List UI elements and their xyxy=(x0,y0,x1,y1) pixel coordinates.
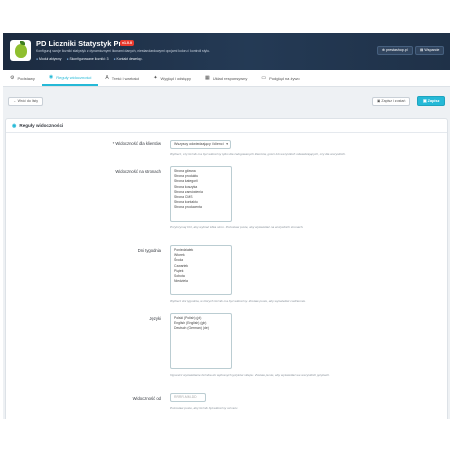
languages-label: Języki xyxy=(149,316,161,321)
panel-title: Reguły widoczności xyxy=(19,123,64,128)
panel-header: ◉ Reguły widoczności xyxy=(6,119,447,133)
floppy-icon: ▣ xyxy=(377,99,381,103)
prestashop-link-button[interactable]: ⊕ prestashop.pl xyxy=(377,46,413,55)
tab-live-preview[interactable]: ▭ Podgląd na żywo xyxy=(254,70,306,86)
visible-from-label: Widoczność od xyxy=(132,396,161,401)
tab-content-values[interactable]: A Treść i wartości xyxy=(98,70,146,86)
save-button[interactable]: ▣ Zapisz xyxy=(417,96,446,106)
client-visibility-select[interactable]: Wszyscy odwiedzający i klienci ▾ xyxy=(170,140,231,149)
weekdays-multiselect[interactable]: Poniedziałek Wtorek Środa Czwartek Piąte… xyxy=(170,245,232,295)
module-title: PD Liczniki Statystyk Pro xyxy=(36,39,127,48)
ticket-icon: ▤ xyxy=(420,48,424,52)
pages-help: Przytrzymaj Ctrl, aby wybrać kilka stron… xyxy=(170,225,304,229)
arrow-left-icon: ← xyxy=(13,99,17,103)
pages-label: Widoczność na stronach xyxy=(115,169,161,174)
language-option[interactable]: Deutsch (German) (de) xyxy=(174,326,228,331)
version-badge: v1.0.0 xyxy=(120,40,134,46)
status-link-active[interactable]: ● Moduł aktywny xyxy=(36,57,61,61)
pages-multiselect[interactable]: Strona główna Strona produktu Strona kat… xyxy=(170,166,232,222)
support-button[interactable]: ▤ Wsparcie xyxy=(415,46,445,55)
languages-multiselect[interactable]: Polski (Polish) (pl) English (English) (… xyxy=(170,313,232,369)
module-logo-icon xyxy=(10,40,31,61)
status-link-contact[interactable]: ● Kontakt dewelop. xyxy=(113,57,142,61)
back-to-list-button[interactable]: ← Wróć do listy xyxy=(8,97,44,106)
save-and-stay-button[interactable]: ▣ Zapisz i zostań xyxy=(372,97,411,106)
client-visibility-help: Wybierz, czy licznik ma być widoczny tyl… xyxy=(170,152,346,156)
visible-from-help: Pozostaw puste, aby licznik był widoczny… xyxy=(170,406,239,410)
visibility-rules-panel: ◉ Reguły widoczności * Widoczność dla kl… xyxy=(5,118,448,419)
client-visibility-label: * Widoczność dla klientów xyxy=(112,141,161,146)
action-toolbar: ← Wróć do listy ▣ Zapisz i zostań ▣ Zapi… xyxy=(3,87,450,113)
weekdays-label: Dni tygodnia xyxy=(137,248,161,253)
font-icon: A xyxy=(105,75,109,81)
config-tabs: ⚙ Podstawy ◉ Reguły widoczności A Treść i w… xyxy=(3,70,450,87)
grid-icon: ▦ xyxy=(204,75,210,81)
eye-icon: ◉ xyxy=(48,74,54,80)
weekdays-help: Wybierz dni tygodnia, w których licznik … xyxy=(170,299,306,303)
globe-icon: ⊕ xyxy=(382,48,386,52)
gear-icon: ⚙ xyxy=(10,75,15,81)
weekday-option[interactable]: Niedziela xyxy=(174,279,228,284)
chevron-down-icon: ▾ xyxy=(226,142,228,146)
tab-responsive-layout[interactable]: ▦ Układ responsywny xyxy=(198,70,254,86)
eye-icon: ◉ xyxy=(12,122,17,129)
header-status-links: ● Moduł aktywny ● Skonfigurowane licznik… xyxy=(36,57,143,61)
save-icon: ▣ xyxy=(423,99,427,103)
visible-from-date-input[interactable]: RRRR-MM-DD xyxy=(170,393,206,402)
tab-visibility-rules[interactable]: ◉ Reguły widoczności xyxy=(41,70,99,86)
header-banner: PD Liczniki Statystyk Pro v1.0.0 Konfigu… xyxy=(3,33,450,70)
tab-appearance[interactable]: ✦ Wygląd i odstępy xyxy=(146,70,198,86)
languages-help: Ogranicz wyświetlanie licznika do wybran… xyxy=(170,373,330,377)
tab-basics[interactable]: ⚙ Podstawy xyxy=(3,70,42,86)
module-subtitle: Konfiguruj swoje liczniki statystyk z dy… xyxy=(36,49,210,53)
brush-icon: ✦ xyxy=(153,75,158,81)
module-config-window: PD Liczniki Statystyk Pro v1.0.0 Konfigu… xyxy=(3,33,450,419)
monitor-icon: ▭ xyxy=(261,75,267,81)
status-link-counters[interactable]: ● Skonfigurowane liczniki: 3 xyxy=(66,57,108,61)
page-option[interactable]: Strona producenta xyxy=(174,205,228,210)
